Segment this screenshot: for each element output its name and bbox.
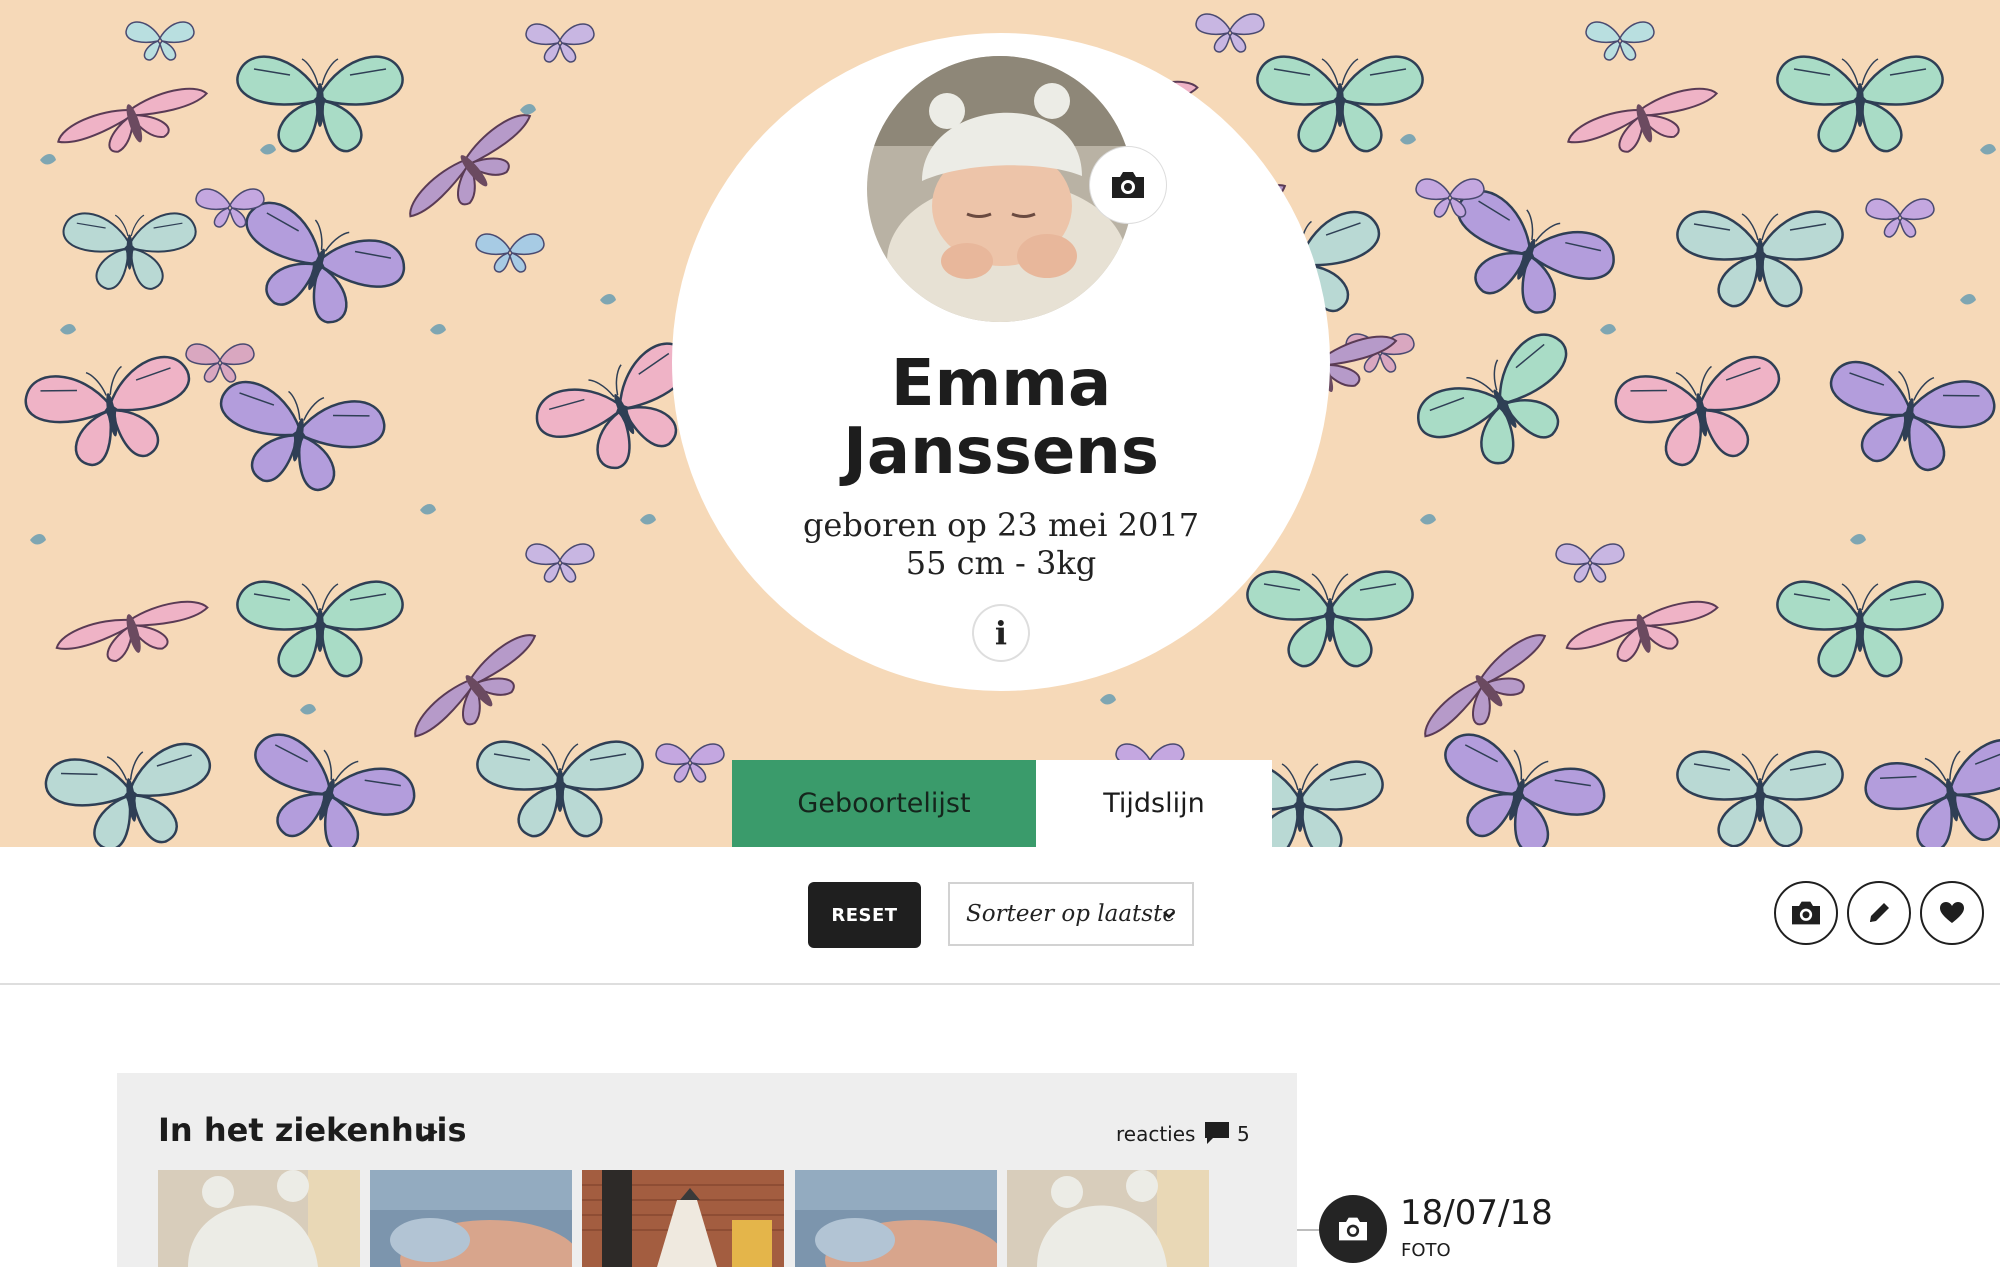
divider	[0, 983, 2000, 985]
sort-select[interactable]: Sorteer op laatste	[948, 882, 1194, 946]
reset-button[interactable]: RESET	[808, 882, 921, 948]
info-button[interactable]: i	[974, 606, 1028, 660]
post-thumbnail[interactable]	[370, 1170, 572, 1267]
chevron-down-icon	[1163, 911, 1175, 919]
timeline-marker	[1319, 1195, 1387, 1263]
tab-tijdslijn[interactable]: Tijdslijn	[1036, 760, 1272, 847]
timeline-connector	[1297, 1229, 1319, 1231]
change-photo-button[interactable]	[1090, 147, 1166, 223]
birth-measurements: 55 cm - 3kg	[905, 544, 1097, 582]
pencil-icon	[1870, 903, 1889, 922]
tab-geboortelijst[interactable]: Geboortelijst	[732, 760, 1036, 847]
tab-label: Tijdslijn	[1103, 788, 1205, 819]
edit-button[interactable]	[1847, 881, 1911, 945]
baby-last-name: Janssens	[843, 415, 1159, 489]
reactions-label: reacties	[1116, 1122, 1196, 1146]
cover-banner: Emma Janssens geboren op 23 mei 2017 55 …	[0, 0, 2000, 847]
reset-label: RESET	[831, 904, 898, 926]
birth-date: geboren op 23 mei 2017	[802, 506, 1200, 544]
baby-first-name: Emma	[890, 347, 1112, 421]
timeline-type: FOTO	[1401, 1240, 1451, 1261]
sort-selected-value: Sorteer op laatste	[966, 901, 1176, 927]
heart-icon	[1940, 902, 1964, 923]
camera-icon	[1112, 172, 1144, 198]
comment-icon	[1205, 1122, 1229, 1144]
post-thumbnail[interactable]	[158, 1170, 360, 1267]
like-button[interactable]	[1920, 881, 1984, 945]
camera-icon	[1792, 901, 1820, 925]
post-thumbnail[interactable]	[582, 1170, 784, 1267]
tab-label: Geboortelijst	[797, 788, 971, 819]
info-icon: i	[994, 614, 1008, 652]
post-thumbnail[interactable]	[1007, 1170, 1209, 1267]
baby-name: Emma Janssens	[672, 350, 1330, 486]
camera-icon	[1339, 1217, 1367, 1241]
post-open-link[interactable]: >	[421, 1120, 439, 1145]
timeline-date: 18/07/18	[1400, 1193, 1553, 1233]
reactions-count: 5	[1237, 1122, 1250, 1146]
post-thumbnail[interactable]	[795, 1170, 997, 1267]
add-photo-button[interactable]	[1774, 881, 1838, 945]
